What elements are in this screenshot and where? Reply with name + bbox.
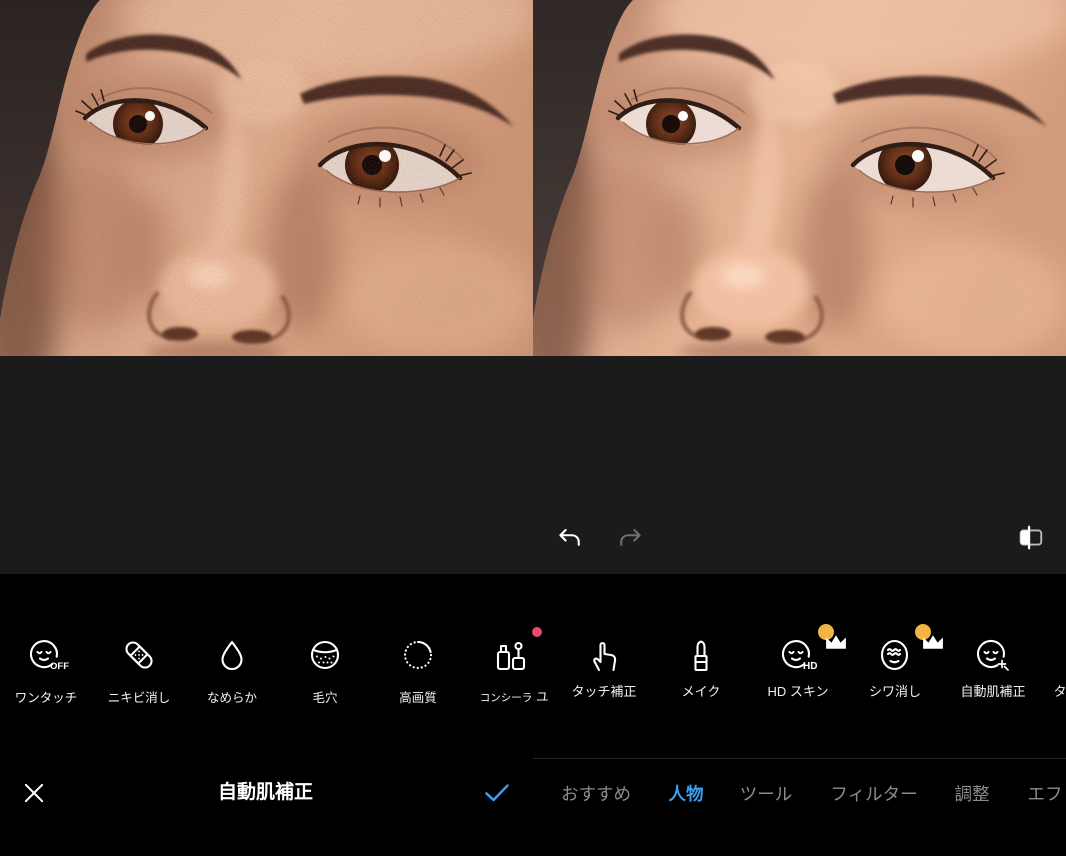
hd-quality-icon <box>400 637 436 673</box>
category-tab-divider <box>533 758 1066 759</box>
compare-icon <box>1019 525 1043 550</box>
after-photo <box>533 0 1066 356</box>
tab-effects[interactable]: エフ <box>990 782 1066 806</box>
tool-title: 自動肌補正 <box>217 782 313 803</box>
tool-label-partial: ユ <box>536 690 549 704</box>
crown-icon <box>915 624 943 649</box>
droplet-icon <box>214 637 250 673</box>
bandage-icon <box>121 637 157 673</box>
undo-button[interactable] <box>556 523 584 551</box>
hd-icon-text: HD <box>803 661 817 672</box>
check-icon <box>485 784 509 802</box>
auto-skin-icon <box>975 637 1011 673</box>
tool-hd-skin[interactable]: HD HD スキン <box>750 624 847 712</box>
tool-label: 高画質 <box>399 691 437 705</box>
concealer-icon <box>493 627 542 673</box>
before-panel: OFF ワンタッチ ニキビ消し なめらか 毛穴 高画質 コンシーラ ユ 自動肌補… <box>0 0 549 856</box>
tool-label: なめらか <box>206 691 257 705</box>
tool-label: タッチ補正 <box>571 684 637 699</box>
tool-acne-removal[interactable]: ニキビ消し <box>93 632 186 712</box>
lipstick-icon <box>683 637 719 673</box>
tool-pores[interactable]: 毛穴 <box>279 632 372 712</box>
tool-label: ワンタッチ <box>14 691 78 705</box>
tool-panel <box>533 574 1066 856</box>
photo-canvas-area <box>0 356 533 574</box>
tool-smooth[interactable]: なめらか <box>186 632 279 712</box>
redo-button[interactable] <box>616 523 644 551</box>
face-hd-icon: HD <box>780 624 846 673</box>
tool-label: シワ消し <box>868 684 921 699</box>
pore-icon <box>307 637 343 673</box>
tool-one-touch[interactable]: OFF ワンタッチ <box>0 632 93 712</box>
tool-high-quality[interactable]: 高画質 <box>372 632 465 712</box>
tool-makeup[interactable]: メイク <box>653 632 750 712</box>
tool-label: コンシーラ <box>479 692 533 704</box>
tool-label: ニキビ消し <box>107 691 171 705</box>
tool-wrinkle-removal[interactable]: シワ消し <box>847 624 944 712</box>
touch-icon <box>586 637 622 673</box>
tool-panel <box>0 574 533 856</box>
tool-label: メイク <box>681 684 721 699</box>
compare-button[interactable] <box>1015 522 1045 552</box>
after-panel: タッチ補正 メイク HD HD スキン シワ消し 自動肌補正 タ おすすめ 人物… <box>533 0 1066 856</box>
photo-canvas-area <box>533 356 1066 574</box>
tool-touch-correction[interactable]: タッチ補正 <box>556 632 653 712</box>
undo-icon <box>559 528 580 546</box>
tab-filter[interactable]: フィルター <box>819 782 929 806</box>
tool-label: 毛穴 <box>312 691 338 705</box>
tool-label: HD スキン <box>767 684 829 699</box>
confirm-button[interactable] <box>483 779 511 807</box>
before-photo <box>0 0 533 356</box>
redo-icon <box>620 528 641 546</box>
crown-icon <box>818 624 846 649</box>
new-badge <box>532 627 542 637</box>
tool-partial[interactable]: タ <box>1012 632 1066 712</box>
tool-label: タ <box>1053 684 1066 699</box>
tab-tools[interactable]: ツール <box>711 782 821 806</box>
face-off-icon: OFF <box>28 637 69 673</box>
wrinkle-icon <box>877 624 943 673</box>
off-icon-text: OFF <box>50 661 69 672</box>
